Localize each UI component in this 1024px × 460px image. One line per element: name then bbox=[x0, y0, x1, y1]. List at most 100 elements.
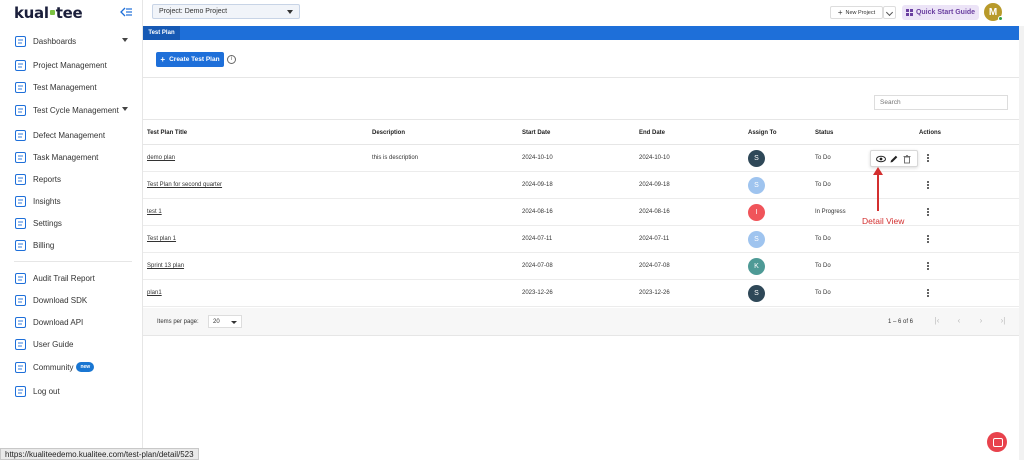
sidebar-item-dashboards[interactable]: Dashboards bbox=[14, 33, 136, 49]
chevron-down-icon[interactable] bbox=[122, 38, 128, 42]
api-icon bbox=[15, 316, 26, 328]
insights-icon bbox=[15, 195, 26, 207]
status-bar-url: https://kualiteedemo.kualitee.com/test-p… bbox=[0, 448, 199, 460]
more-actions-icon[interactable] bbox=[923, 152, 933, 164]
last-page-icon[interactable]: ›| bbox=[999, 317, 1007, 325]
grid-icon bbox=[905, 9, 913, 16]
assignee-avatar: S bbox=[748, 285, 765, 302]
sidebar-item-settings[interactable]: Settings bbox=[14, 215, 136, 231]
sidebar-item-label: Download API bbox=[33, 317, 84, 327]
sidebar-item-user-guide[interactable]: User Guide bbox=[14, 336, 136, 352]
tab-test-plan[interactable]: Test Plan bbox=[143, 26, 180, 40]
description-cell: this is description bbox=[372, 155, 419, 161]
column-header-description[interactable]: Description bbox=[372, 130, 405, 136]
previous-page-icon[interactable]: ‹ bbox=[955, 317, 963, 325]
more-actions-icon[interactable] bbox=[923, 287, 933, 299]
chat-support-button[interactable] bbox=[987, 432, 1007, 452]
quick-start-guide-button[interactable]: Quick Start Guide bbox=[902, 5, 979, 20]
sidebar-item-test-management[interactable]: Test Management bbox=[14, 79, 136, 95]
annotation-label: Detail View bbox=[862, 216, 905, 226]
sidebar-item-community[interactable]: Community new bbox=[14, 359, 136, 375]
sidebar-item-billing[interactable]: Billing bbox=[14, 237, 136, 253]
community-icon bbox=[15, 361, 26, 373]
table-row: Test plan 1 2024-07-11 2024-07-11 S To Do bbox=[143, 226, 1019, 253]
project-tree-icon bbox=[15, 59, 26, 71]
sidebar-item-label: Insights bbox=[33, 196, 61, 206]
sidebar-item-download-api[interactable]: Download API bbox=[14, 314, 136, 330]
more-actions-icon[interactable] bbox=[923, 206, 933, 218]
column-header-assign-to[interactable]: Assign To bbox=[748, 130, 777, 136]
new-project-button[interactable]: + New Project bbox=[830, 6, 883, 19]
online-status-dot bbox=[998, 16, 1003, 21]
pagination-range: 1 – 6 of 6 bbox=[888, 319, 914, 325]
reports-icon bbox=[15, 173, 26, 185]
tab-bar: Test Plan bbox=[143, 26, 1019, 40]
table-row: Sprint 13 plan 2024-07-08 2024-07-08 K To Do bbox=[143, 253, 1019, 280]
create-test-plan-button[interactable]: + Create Test Plan bbox=[156, 52, 224, 67]
sidebar-item-insights[interactable]: Insights bbox=[14, 193, 136, 209]
end-date-cell: 2024-07-08 bbox=[639, 263, 670, 269]
column-header-end-date[interactable]: End Date bbox=[639, 130, 665, 136]
content-divider bbox=[143, 77, 1019, 78]
sidebar-item-label: Task Management bbox=[33, 152, 99, 162]
start-date-cell: 2024-07-08 bbox=[522, 263, 553, 269]
test-plan-title-link[interactable]: demo plan bbox=[147, 155, 175, 161]
collapse-sidebar-icon[interactable] bbox=[120, 7, 132, 17]
eye-icon[interactable] bbox=[875, 154, 886, 164]
first-page-icon[interactable]: |‹ bbox=[933, 317, 941, 325]
project-select[interactable]: Project: Demo Project bbox=[152, 4, 300, 19]
sidebar-item-defect-management[interactable]: Defect Management bbox=[14, 127, 136, 143]
edit-pencil-icon[interactable] bbox=[889, 154, 899, 164]
new-project-dropdown-button[interactable] bbox=[883, 6, 896, 19]
end-date-cell: 2024-07-11 bbox=[639, 236, 670, 242]
plus-icon: + bbox=[160, 55, 166, 64]
test-plan-title-link[interactable]: test 1 bbox=[147, 209, 162, 215]
status-cell: In Progress bbox=[815, 209, 846, 215]
sidebar-item-label: Dashboards bbox=[33, 36, 77, 46]
assignee-avatar: I bbox=[748, 204, 765, 221]
items-per-page-select[interactable]: 20 bbox=[208, 315, 242, 328]
page-scrollbar[interactable] bbox=[1019, 26, 1024, 460]
info-icon[interactable]: i bbox=[227, 55, 236, 64]
sidebar-item-project-management[interactable]: Project Management bbox=[14, 57, 136, 73]
table-row: plan1 2023-12-26 2023-12-26 S To Do bbox=[143, 280, 1019, 307]
dashboard-icon bbox=[15, 35, 26, 47]
status-cell: To Do bbox=[815, 182, 831, 188]
start-date-cell: 2023-12-26 bbox=[522, 290, 553, 296]
more-actions-icon[interactable] bbox=[923, 179, 933, 191]
user-avatar[interactable]: M bbox=[984, 3, 1003, 21]
new-project-label: New Project bbox=[845, 9, 876, 16]
trash-icon[interactable] bbox=[902, 154, 912, 164]
defect-icon bbox=[15, 129, 26, 141]
more-actions-icon[interactable] bbox=[923, 233, 933, 245]
sidebar-item-label: User Guide bbox=[33, 339, 74, 349]
column-header-status[interactable]: Status bbox=[815, 130, 833, 136]
app-logo[interactable]: kual tee bbox=[14, 4, 83, 22]
sidebar-item-task-management[interactable]: Task Management bbox=[14, 149, 136, 165]
chevron-down-icon[interactable] bbox=[122, 107, 128, 111]
next-page-icon[interactable]: › bbox=[977, 317, 985, 325]
sidebar-item-reports[interactable]: Reports bbox=[14, 171, 136, 187]
start-date-cell: 2024-08-16 bbox=[522, 209, 553, 215]
sidebar-item-audit-trail-report[interactable]: Audit Trail Report bbox=[14, 270, 136, 286]
logout-icon bbox=[15, 385, 26, 397]
test-management-icon bbox=[15, 81, 26, 93]
end-date-cell: 2024-10-10 bbox=[639, 155, 670, 161]
column-header-title[interactable]: Test Plan Title bbox=[147, 130, 187, 136]
sidebar-item-label: Log out bbox=[33, 386, 60, 396]
sidebar-item-label: Defect Management bbox=[33, 130, 106, 140]
sdk-icon bbox=[15, 294, 26, 306]
column-header-start-date[interactable]: Start Date bbox=[522, 130, 550, 136]
test-plan-title-link[interactable]: Test Plan for second quarter bbox=[147, 182, 222, 188]
sidebar-item-label: Audit Trail Report bbox=[33, 273, 95, 283]
search-input[interactable] bbox=[874, 95, 1008, 110]
annotation-arrow-line bbox=[877, 171, 879, 211]
test-plan-title-link[interactable]: Test plan 1 bbox=[147, 236, 176, 242]
sidebar-item-test-cycle-management[interactable]: Test Cycle Management bbox=[14, 102, 136, 118]
sidebar-item-log-out[interactable]: Log out bbox=[14, 383, 136, 399]
test-plan-title-link[interactable]: Sprint 13 plan bbox=[147, 263, 184, 269]
test-plan-title-link[interactable]: plan1 bbox=[147, 290, 162, 296]
more-actions-icon[interactable] bbox=[923, 260, 933, 272]
sidebar-item-download-sdk[interactable]: Download SDK bbox=[14, 292, 136, 308]
user-guide-icon bbox=[15, 338, 26, 350]
